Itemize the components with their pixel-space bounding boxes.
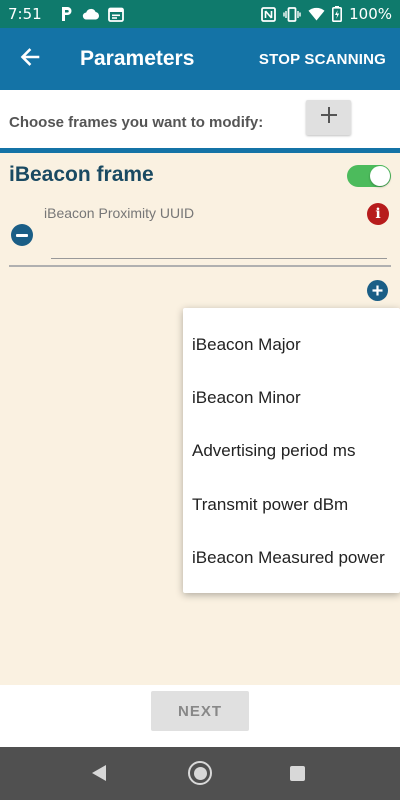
calendar-icon: [107, 7, 124, 22]
parameter-dropdown-menu: iBeacon Major iBeacon Minor Advertising …: [183, 308, 400, 593]
app-bar: Parameters STOP SCANNING: [0, 28, 400, 90]
frame-divider: [9, 265, 391, 267]
nav-back-icon[interactable]: [90, 764, 108, 787]
stop-scanning-button[interactable]: STOP SCANNING: [259, 51, 386, 68]
status-time: 7:51: [8, 5, 42, 23]
minus-circle-icon[interactable]: [11, 224, 33, 246]
toggle-knob: [370, 166, 390, 186]
vibrate-icon: [283, 6, 301, 22]
uuid-field-label: iBeacon Proximity UUID: [44, 205, 195, 221]
footer: NEXT: [0, 685, 400, 747]
next-button[interactable]: NEXT: [151, 691, 249, 731]
menu-item-measured-power[interactable]: iBeacon Measured power: [183, 531, 400, 584]
cloud-icon: [82, 8, 100, 20]
parking-icon: [60, 6, 74, 22]
nfc-icon: [261, 6, 277, 22]
wifi-icon: [308, 7, 325, 21]
frames-selector: Choose frames you want to modify:: [0, 90, 400, 148]
menu-item-advertising-period[interactable]: Advertising period ms: [183, 425, 400, 478]
frames-selector-label: Choose frames you want to modify:: [9, 113, 264, 131]
arrow-back-icon: [20, 47, 40, 72]
plus-icon: [320, 106, 338, 129]
page-title: Parameters: [80, 47, 195, 70]
system-nav-bar: [0, 747, 400, 800]
back-button[interactable]: [0, 28, 60, 90]
status-left: 7:51: [8, 5, 124, 23]
uuid-input[interactable]: [51, 237, 387, 259]
frame-enabled-toggle[interactable]: [347, 165, 391, 187]
menu-item-ibeacon-minor[interactable]: iBeacon Minor: [183, 371, 400, 424]
status-bar: 7:51 100%: [0, 0, 400, 28]
battery-percent: 100%: [349, 5, 392, 23]
add-frame-button[interactable]: [306, 100, 351, 135]
menu-item-ibeacon-major[interactable]: iBeacon Major: [183, 318, 400, 371]
nav-recents-icon[interactable]: [290, 766, 305, 781]
status-right: 100%: [261, 5, 392, 23]
frame-title: iBeacon frame: [9, 163, 154, 186]
menu-item-transmit-power[interactable]: Transmit power dBm: [183, 478, 400, 531]
battery-icon: [332, 6, 343, 22]
info-icon[interactable]: i: [367, 203, 389, 225]
plus-circle-icon[interactable]: [367, 280, 388, 301]
nav-home-icon[interactable]: [188, 761, 212, 785]
